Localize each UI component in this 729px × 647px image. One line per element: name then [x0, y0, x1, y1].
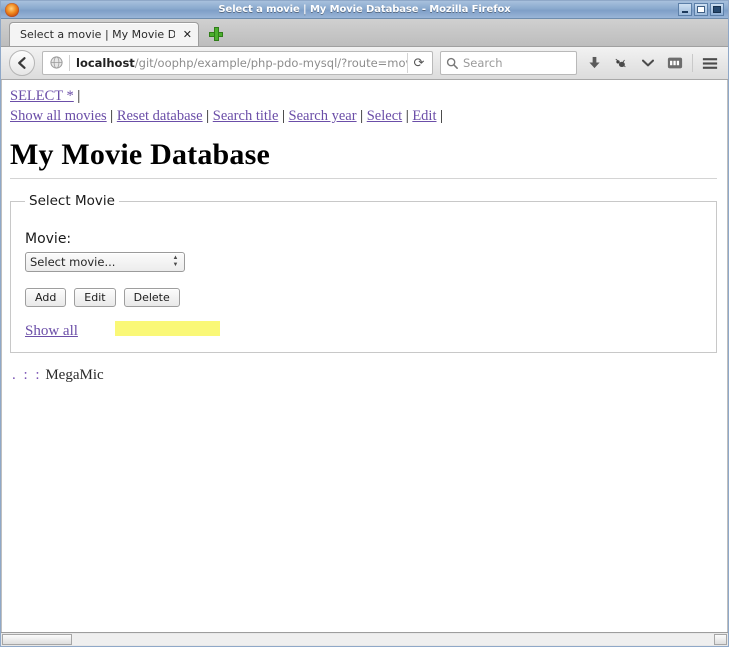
nav-separator-3: |: [282, 108, 285, 124]
nav-separator-5: |: [405, 108, 409, 124]
nav-separator-4: |: [360, 108, 364, 124]
navigation-toolbar: localhost/git/oophp/example/php-pdo-mysq…: [1, 47, 728, 80]
url-host: localhost: [76, 56, 135, 70]
scrollbar-end-button[interactable]: [714, 634, 727, 645]
yellow-highlight-marker: [115, 321, 220, 336]
browser-tab-active[interactable]: Select a movie | My Movie D... ✕: [9, 22, 199, 46]
link-search-year[interactable]: Search year: [289, 108, 357, 124]
download-icon[interactable]: [584, 52, 604, 74]
new-tab-button[interactable]: [209, 27, 223, 41]
footer-text: MegaMic: [45, 367, 104, 383]
tab-title: Select a movie | My Movie D...: [20, 28, 175, 41]
search-icon: [446, 54, 458, 73]
nav-links-line: Show all movies | Reset database | Searc…: [10, 106, 717, 126]
chevron-down-icon[interactable]: [638, 52, 658, 74]
select-movie-fieldset: Select Movie Movie: Select movie... ▲ ▼ A…: [10, 193, 717, 353]
scrollbar-track[interactable]: [72, 634, 714, 645]
movie-field-label: Movie:: [25, 231, 72, 247]
reader-list-icon[interactable]: [665, 52, 685, 74]
search-input[interactable]: Search: [463, 56, 503, 70]
page-title: My Movie Database: [10, 138, 717, 179]
url-path: /git/oophp/example/php-pdo-mysql/?route=…: [134, 56, 407, 70]
nav-separator-0: |: [77, 88, 81, 104]
browser-window: Select a movie | My Movie Database - Moz…: [0, 0, 729, 647]
page-viewport: SELECT * | Show all movies | Reset datab…: [1, 80, 728, 632]
reload-button[interactable]: ⟳: [407, 53, 430, 73]
form-button-row: Add Edit Delete: [25, 288, 702, 307]
horizontal-scrollbar[interactable]: [1, 632, 728, 646]
url-text: localhost/git/oophp/example/php-pdo-mysq…: [70, 56, 407, 70]
add-button[interactable]: Add: [25, 288, 67, 307]
window-controls: [678, 3, 726, 16]
tab-close-icon[interactable]: ✕: [183, 29, 192, 40]
search-bar[interactable]: Search: [440, 51, 577, 75]
link-search-title[interactable]: Search title: [213, 108, 279, 124]
window-title: Select a movie | My Movie Database - Moz…: [218, 4, 511, 15]
scrollbar-thumb[interactable]: [2, 634, 72, 645]
back-button[interactable]: [9, 50, 35, 76]
nav-separator-6: |: [440, 108, 444, 124]
close-button[interactable]: [710, 3, 724, 16]
back-arrow-icon: [18, 57, 26, 69]
fieldset-legend: Select Movie: [29, 193, 115, 209]
link-select[interactable]: Select: [367, 108, 402, 124]
edit-button[interactable]: Edit: [74, 288, 116, 307]
select-star-line: SELECT * |: [10, 86, 717, 106]
url-bar[interactable]: localhost/git/oophp/example/php-pdo-mysq…: [42, 51, 433, 75]
movie-select-value: Select movie...: [30, 255, 116, 269]
link-reset-database[interactable]: Reset database: [117, 108, 203, 124]
minimize-button[interactable]: [678, 3, 692, 16]
link-show-all-movies[interactable]: Show all movies: [10, 108, 107, 124]
hamburger-menu-icon[interactable]: [700, 52, 720, 74]
link-select-star[interactable]: SELECT *: [10, 88, 74, 104]
nav-separator-2: |: [206, 108, 210, 124]
toolbar-divider: [692, 54, 693, 72]
movie-select[interactable]: Select movie... ▲ ▼: [25, 252, 185, 272]
globe-icon: [49, 55, 65, 71]
addon-bug-icon[interactable]: [611, 52, 631, 74]
footer-dots-icon: . : :: [12, 367, 42, 383]
page-content: SELECT * | Show all movies | Reset datab…: [2, 80, 727, 384]
delete-button[interactable]: Delete: [123, 288, 180, 307]
maximize-button[interactable]: [694, 3, 708, 16]
show-all-link[interactable]: Show all: [25, 323, 78, 340]
window-titlebar: Select a movie | My Movie Database - Moz…: [1, 1, 728, 19]
firefox-logo-icon: [5, 2, 19, 17]
select-updown-icon: ▲ ▼: [172, 255, 179, 268]
tab-strip: Select a movie | My Movie D... ✕: [1, 19, 728, 47]
page-footer: . : : MegaMic: [10, 367, 717, 384]
nav-separator-1: |: [110, 108, 114, 124]
top-navigation: SELECT * | Show all movies | Reset datab…: [10, 86, 717, 126]
link-edit[interactable]: Edit: [412, 108, 436, 124]
